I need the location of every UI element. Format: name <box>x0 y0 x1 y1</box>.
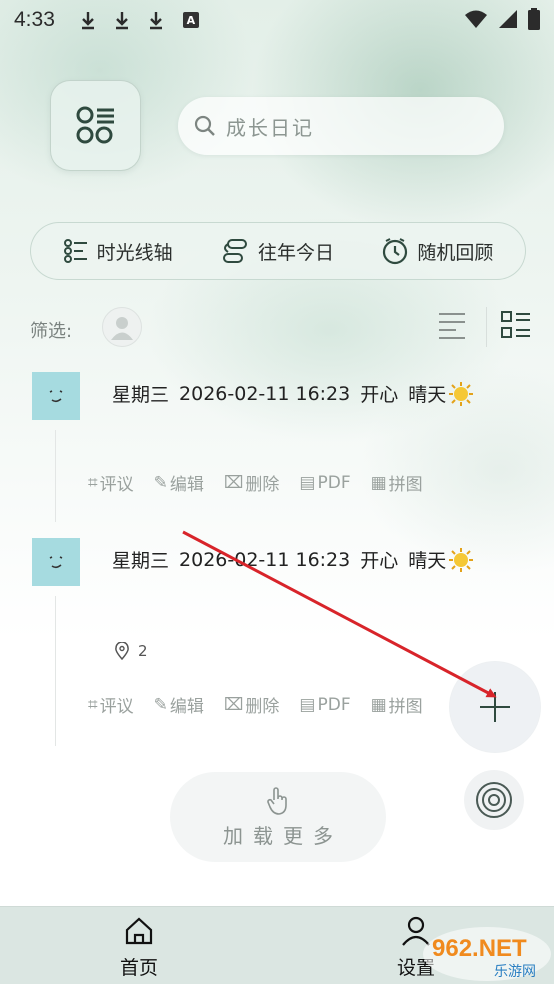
collage-icon: ▦ <box>370 472 387 493</box>
target-button[interactable] <box>464 770 524 830</box>
filter-label: 筛选: <box>30 321 73 342</box>
battery-icon <box>528 8 540 30</box>
watermark-subtext: 乐游网 <box>494 964 536 980</box>
feature-random[interactable]: 随机回顾 <box>381 237 493 265</box>
entry-datetime: 2026-02-11 16:23 <box>179 382 351 405</box>
entry-rail <box>55 430 56 522</box>
user-placeholder-icon <box>111 317 133 340</box>
pdf-button[interactable]: ▤ PDF <box>299 470 350 495</box>
comment-icon: ⌗ <box>88 694 98 715</box>
entry-avatar <box>32 372 80 420</box>
face-icon <box>49 556 63 569</box>
view-separator <box>486 307 487 347</box>
entry-mood: 开心 <box>360 384 399 406</box>
pdf-button[interactable]: ▤ PDF <box>299 692 350 717</box>
feature-timeline[interactable]: 时光线轴 <box>63 238 173 265</box>
location-pin-icon <box>115 642 129 660</box>
wifi-icon <box>465 10 487 28</box>
trash-icon: ⌧ <box>223 694 244 715</box>
plus-icon <box>480 692 510 722</box>
sun-icon <box>449 547 474 572</box>
entry-datetime: 2026-02-11 16:23 <box>179 548 351 571</box>
tap-hand-icon <box>267 786 287 815</box>
feature-bar: 时光线轴 往年今日 随机回顾 <box>30 222 526 280</box>
entry-meta: 星期三 2026-02-11 16:23 开心 晴天 <box>112 546 474 573</box>
trash-icon: ⌧ <box>223 472 244 493</box>
nav-home[interactable]: 首页 <box>99 915 179 980</box>
face-icon <box>49 390 63 403</box>
entry-weather: 晴天 <box>408 550 447 572</box>
entry-mood: 开心 <box>360 550 399 572</box>
status-time: 4:33 <box>14 8 55 31</box>
download-icon <box>149 12 162 30</box>
home-icon <box>125 917 153 945</box>
comment-icon: ⌗ <box>88 472 98 493</box>
target-icon <box>476 782 512 818</box>
delete-button[interactable]: ⌧ 删除 <box>223 470 280 496</box>
collage-button[interactable]: ▦ 拼图 <box>370 470 423 496</box>
entry-actions: ⌗ 评议 ✎ 编辑 ⌧ 删除 ▤ PDF ▦ 拼图 <box>88 470 423 496</box>
a-badge-icon: A <box>182 12 199 28</box>
feature-history[interactable]: 往年今日 <box>220 238 334 265</box>
menu-button[interactable] <box>50 80 141 171</box>
status-bar: 4:33 A <box>0 0 554 40</box>
filter-avatar[interactable] <box>102 307 142 347</box>
location-count: 2 <box>138 642 148 660</box>
entry-actions: ⌗ 评议 ✎ 编辑 ⌧ 删除 ▤ PDF ▦ 拼图 <box>88 692 423 718</box>
history-icon <box>222 239 247 263</box>
collage-button[interactable]: ▦ 拼图 <box>370 692 423 718</box>
search-icon <box>194 115 215 136</box>
entry-weekday: 星期三 <box>112 384 170 406</box>
clock-icon <box>383 238 408 265</box>
feature-timeline-label: 时光线轴 <box>96 241 173 264</box>
search-bar[interactable]: 成长日记 <box>178 97 504 155</box>
comment-button[interactable]: ⌗ 评议 <box>88 470 134 496</box>
pdf-icon: ▤ <box>299 472 316 493</box>
menu-grid-icon <box>76 106 114 143</box>
entry-rail <box>55 596 56 746</box>
watermark-logo: 962.NET 乐游网 <box>423 927 551 981</box>
entry-meta: 星期三 2026-02-11 16:23 开心 晴天 <box>112 380 474 407</box>
download-icon <box>115 12 128 30</box>
download-icon <box>81 12 94 30</box>
signal-icon <box>499 10 517 28</box>
delete-button[interactable]: ⌧ 删除 <box>223 692 280 718</box>
watermark-text: 962.NET <box>432 935 527 962</box>
entry-weather: 晴天 <box>408 384 447 406</box>
list-view-icon[interactable] <box>436 309 468 341</box>
entry-weekday: 星期三 <box>112 550 170 572</box>
collage-icon: ▦ <box>370 694 387 715</box>
load-more-button[interactable]: 加载更多 <box>170 772 386 862</box>
comment-button[interactable]: ⌗ 评议 <box>88 692 134 718</box>
search-placeholder: 成长日记 <box>226 115 314 140</box>
edit-icon: ✎ <box>153 472 168 493</box>
sun-icon <box>449 381 474 406</box>
feature-history-label: 往年今日 <box>257 241 334 264</box>
grid-view-icon[interactable] <box>500 309 532 341</box>
nav-home-label: 首页 <box>119 957 158 979</box>
add-entry-button[interactable] <box>450 662 540 752</box>
pdf-icon: ▤ <box>299 694 316 715</box>
entry-location[interactable]: 2 <box>114 642 148 660</box>
feature-random-label: 随机回顾 <box>417 241 494 264</box>
entry-avatar <box>32 538 80 586</box>
edit-icon: ✎ <box>153 694 168 715</box>
edit-button[interactable]: ✎ 编辑 <box>153 470 204 496</box>
timeline-icon <box>63 239 87 263</box>
load-more-label: 加载更多 <box>223 823 343 848</box>
edit-button[interactable]: ✎ 编辑 <box>153 692 204 718</box>
filter-row: 筛选: <box>30 307 540 349</box>
